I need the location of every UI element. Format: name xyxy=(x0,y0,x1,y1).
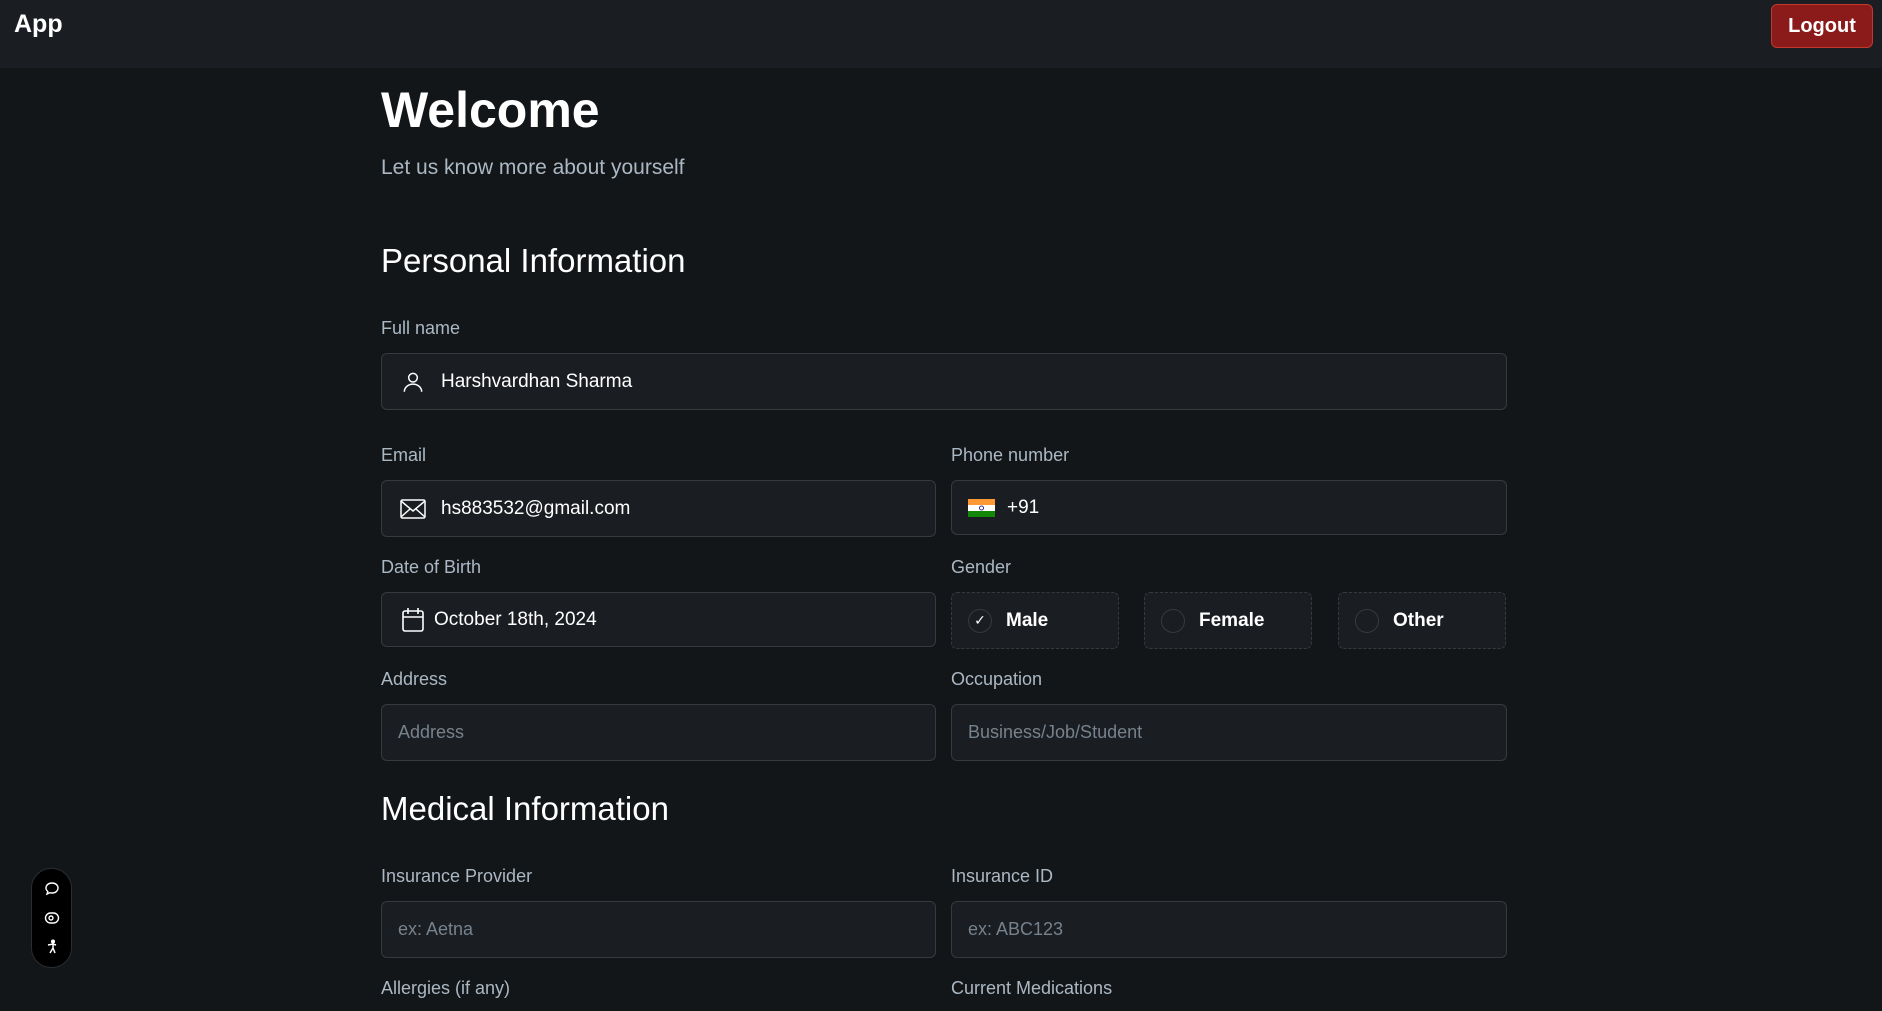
app-logo[interactable]: App xyxy=(14,10,63,39)
page-title: Welcome xyxy=(381,82,600,138)
medications-label: Current Medications xyxy=(951,978,1113,998)
insurance-provider-input[interactable]: ex: Aetna xyxy=(381,901,936,958)
gender-option-female[interactable]: Female xyxy=(1144,592,1312,649)
mail-icon xyxy=(399,495,427,523)
phone-label: Phone number xyxy=(951,445,1070,465)
medical-info-heading: Medical Information xyxy=(381,790,669,827)
calendar-icon xyxy=(399,606,427,634)
user-icon xyxy=(399,368,427,396)
gender-option-label: Male xyxy=(1006,609,1049,631)
radio-circle-icon xyxy=(1355,608,1379,633)
top-bar: App Logout xyxy=(0,0,1882,68)
gender-option-label: Female xyxy=(1199,609,1265,631)
dob-field[interactable]: October 18th, 2024 xyxy=(381,592,936,647)
side-toolbar xyxy=(31,868,72,968)
address-placeholder: Address xyxy=(398,722,465,742)
insurance-id-placeholder: ex: ABC123 xyxy=(968,919,1064,939)
email-label: Email xyxy=(381,445,427,465)
allergies-label: Allergies (if any) xyxy=(381,978,511,998)
phone-field[interactable]: +91 xyxy=(951,480,1507,535)
occupation-label: Occupation xyxy=(951,669,1043,689)
chat-icon[interactable] xyxy=(43,880,61,898)
address-input[interactable]: Address xyxy=(381,704,936,761)
full-name-label: Full name xyxy=(381,318,461,338)
insurance-provider-placeholder: ex: Aetna xyxy=(398,919,474,939)
accessibility-icon[interactable] xyxy=(43,938,61,956)
full-name-field[interactable]: Harshvardhan Sharma xyxy=(381,353,1507,410)
onboarding-form: Welcome Let us know more about yourself xyxy=(381,80,1507,184)
logout-button[interactable]: Logout xyxy=(1771,4,1873,48)
dob-label: Date of Birth xyxy=(381,557,482,577)
phone-value: +91 xyxy=(1007,496,1040,518)
occupation-input[interactable]: Business/Job/Student xyxy=(951,704,1507,761)
address-label: Address xyxy=(381,669,448,689)
email-value: hs883532@gmail.com xyxy=(441,497,631,519)
occupation-placeholder: Business/Job/Student xyxy=(968,722,1143,742)
personal-info-heading: Personal Information xyxy=(381,242,686,279)
eye-icon[interactable] xyxy=(43,909,61,927)
email-field[interactable]: hs883532@gmail.com xyxy=(381,480,936,537)
gender-option-label: Other xyxy=(1393,609,1444,631)
full-name-value: Harshvardhan Sharma xyxy=(441,370,633,392)
gender-label: Gender xyxy=(951,557,1012,577)
page-subtitle: Let us know more about yourself xyxy=(381,156,685,179)
insurance-id-input[interactable]: ex: ABC123 xyxy=(951,901,1507,958)
gender-option-male[interactable]: ✓ Male xyxy=(951,592,1119,649)
india-flag-icon[interactable] xyxy=(967,494,995,522)
dob-value: October 18th, 2024 xyxy=(434,608,597,630)
insurance-provider-label: Insurance Provider xyxy=(381,866,533,886)
radio-circle-icon xyxy=(1161,608,1185,633)
gender-option-other[interactable]: Other xyxy=(1338,592,1506,649)
insurance-id-label: Insurance ID xyxy=(951,866,1054,886)
check-icon: ✓ xyxy=(968,608,992,633)
